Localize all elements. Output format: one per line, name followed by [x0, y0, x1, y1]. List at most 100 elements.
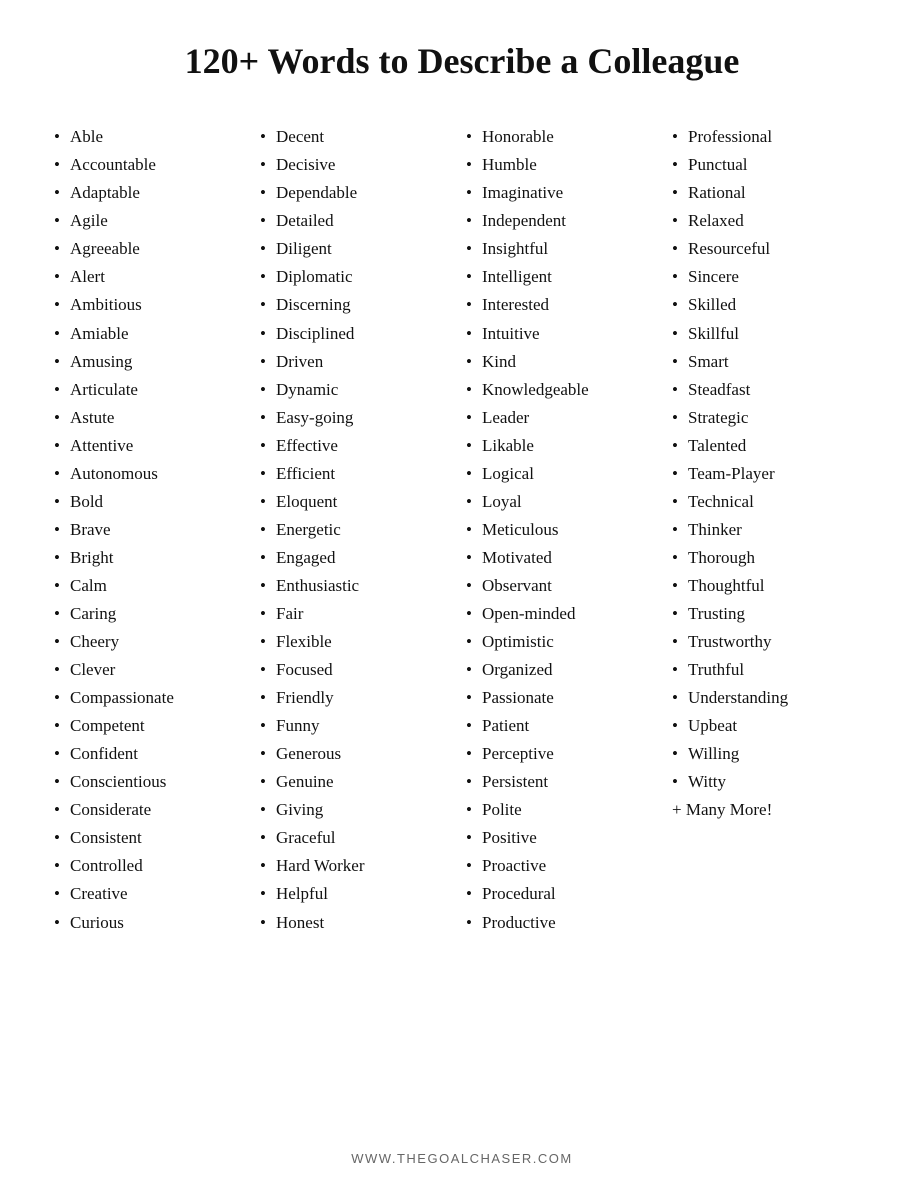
list-item: Bold [50, 488, 256, 516]
list-item: Driven [256, 348, 462, 376]
list-item: Thinker [668, 516, 874, 544]
list-item: Willing [668, 740, 874, 768]
list-item: Autonomous [50, 460, 256, 488]
list-item: Clever [50, 656, 256, 684]
list-item: Skilled [668, 291, 874, 319]
list-item: Compassionate [50, 684, 256, 712]
list-item: Conscientious [50, 768, 256, 796]
list-item: Ambitious [50, 291, 256, 319]
list-item: Disciplined [256, 320, 462, 348]
list-item: Astute [50, 404, 256, 432]
list-item: Productive [462, 909, 668, 937]
list-item: Hard Worker [256, 852, 462, 880]
list-item: Sincere [668, 263, 874, 291]
list-item: Able [50, 123, 256, 151]
list-item: Engaged [256, 544, 462, 572]
list-item: Truthful [668, 656, 874, 684]
word-list-3: HonorableHumbleImaginativeIndependentIns… [462, 123, 668, 936]
list-item: Proactive [462, 852, 668, 880]
list-item: Decisive [256, 151, 462, 179]
list-item: Adaptable [50, 179, 256, 207]
list-item: Intuitive [462, 320, 668, 348]
list-item: Calm [50, 572, 256, 600]
list-item: Observant [462, 572, 668, 600]
list-item: Optimistic [462, 628, 668, 656]
list-item: Genuine [256, 768, 462, 796]
list-item: Professional [668, 123, 874, 151]
list-item: Interested [462, 291, 668, 319]
list-item: Relaxed [668, 207, 874, 235]
list-item: Enthusiastic [256, 572, 462, 600]
list-item: Upbeat [668, 712, 874, 740]
list-item: Caring [50, 600, 256, 628]
list-item: Articulate [50, 376, 256, 404]
list-item: Thorough [668, 544, 874, 572]
extra-label: + Many More! [668, 796, 874, 824]
list-item: Meticulous [462, 516, 668, 544]
list-item: Dependable [256, 179, 462, 207]
list-item: Giving [256, 796, 462, 824]
list-item: Helpful [256, 880, 462, 908]
list-item: Steadfast [668, 376, 874, 404]
columns-wrapper: AbleAccountableAdaptableAgileAgreeableAl… [50, 123, 874, 936]
list-item: Independent [462, 207, 668, 235]
list-item: Trustworthy [668, 628, 874, 656]
list-item: Competent [50, 712, 256, 740]
list-item: Curious [50, 909, 256, 937]
list-item: Alert [50, 263, 256, 291]
word-list-2: DecentDecisiveDependableDetailedDiligent… [256, 123, 462, 936]
list-item: Easy-going [256, 404, 462, 432]
list-item: Humble [462, 151, 668, 179]
list-item: Witty [668, 768, 874, 796]
list-item: Considerate [50, 796, 256, 824]
list-item: Smart [668, 348, 874, 376]
list-item: Agreeable [50, 235, 256, 263]
list-item: Amusing [50, 348, 256, 376]
list-item: Bright [50, 544, 256, 572]
list-item: Persistent [462, 768, 668, 796]
list-item: Flexible [256, 628, 462, 656]
list-item: Controlled [50, 852, 256, 880]
list-item: Positive [462, 824, 668, 852]
list-item: Likable [462, 432, 668, 460]
list-item: Leader [462, 404, 668, 432]
list-item: Polite [462, 796, 668, 824]
list-item: Honest [256, 909, 462, 937]
list-item: Efficient [256, 460, 462, 488]
column-4: ProfessionalPunctualRationalRelaxedResou… [668, 123, 874, 936]
list-item: Detailed [256, 207, 462, 235]
page-title: 120+ Words to Describe a Colleague [185, 40, 740, 83]
list-item: Perceptive [462, 740, 668, 768]
footer: WWW.THEGOALCHASER.COM [351, 1111, 572, 1166]
list-item: Diplomatic [256, 263, 462, 291]
word-list-1: AbleAccountableAdaptableAgileAgreeableAl… [50, 123, 256, 936]
column-3: HonorableHumbleImaginativeIndependentIns… [462, 123, 668, 936]
list-item: Insightful [462, 235, 668, 263]
list-item: Trusting [668, 600, 874, 628]
list-item: Logical [462, 460, 668, 488]
list-item: Team-Player [668, 460, 874, 488]
column-2: DecentDecisiveDependableDetailedDiligent… [256, 123, 462, 936]
list-item: Focused [256, 656, 462, 684]
list-item: Confident [50, 740, 256, 768]
list-item: Agile [50, 207, 256, 235]
list-item: Loyal [462, 488, 668, 516]
list-item: Friendly [256, 684, 462, 712]
list-item: Brave [50, 516, 256, 544]
list-item: Thoughtful [668, 572, 874, 600]
list-item: Punctual [668, 151, 874, 179]
list-item: Motivated [462, 544, 668, 572]
list-item: Amiable [50, 320, 256, 348]
word-list-4: ProfessionalPunctualRationalRelaxedResou… [668, 123, 874, 796]
list-item: Skillful [668, 320, 874, 348]
list-item: Knowledgeable [462, 376, 668, 404]
list-item: Effective [256, 432, 462, 460]
list-item: Honorable [462, 123, 668, 151]
list-item: Patient [462, 712, 668, 740]
list-item: Dynamic [256, 376, 462, 404]
list-item: Passionate [462, 684, 668, 712]
column-1: AbleAccountableAdaptableAgileAgreeableAl… [50, 123, 256, 936]
list-item: Rational [668, 179, 874, 207]
list-item: Resourceful [668, 235, 874, 263]
list-item: Organized [462, 656, 668, 684]
